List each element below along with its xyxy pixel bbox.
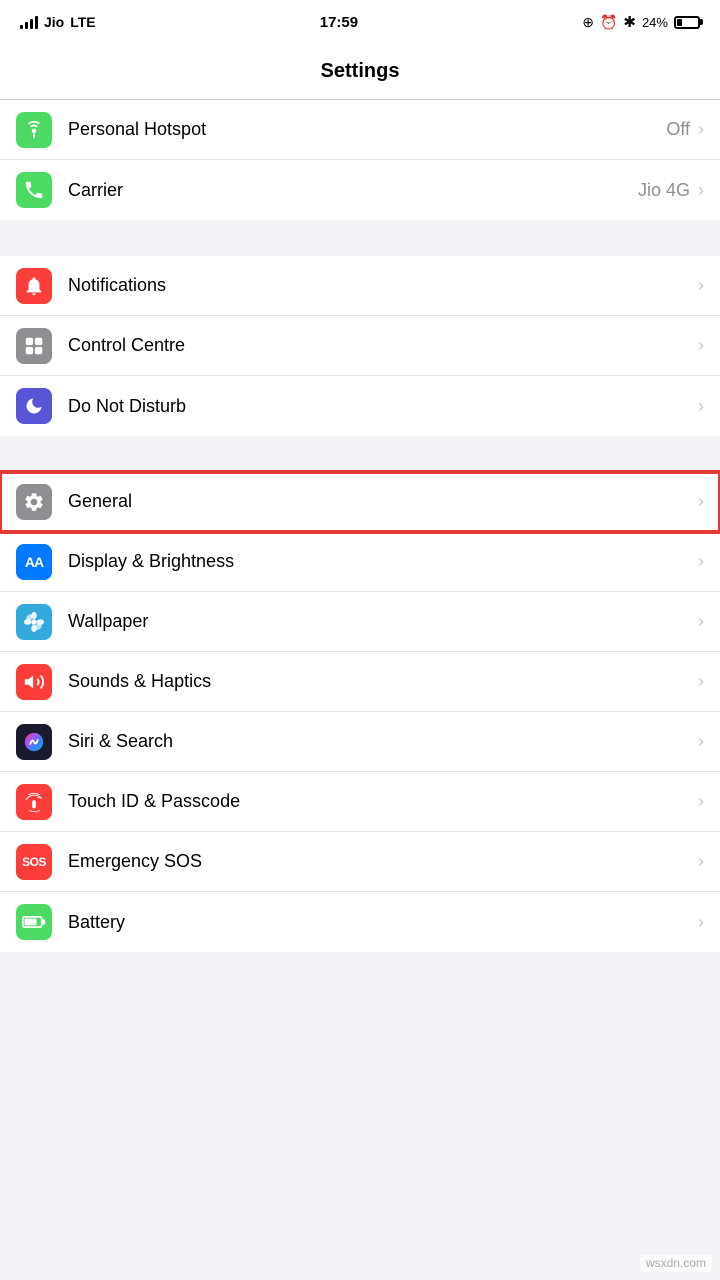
touch-id-passcode-chevron: › [698, 791, 704, 812]
settings-row-carrier[interactable]: CarrierJio 4G › [0, 160, 720, 220]
control-centre-chevron: › [698, 335, 704, 356]
settings-row-control-centre[interactable]: Control Centre› [0, 316, 720, 376]
general-chevron: › [698, 491, 704, 512]
carrier-chevron: › [698, 180, 704, 201]
location-icon: ⊕ [582, 14, 594, 31]
bluetooth-icon: ✱ [623, 13, 636, 31]
settings-row-personal-hotspot[interactable]: Personal HotspotOff › [0, 100, 720, 160]
settings-row-notifications[interactable]: Notifications› [0, 256, 720, 316]
general-label: General [68, 491, 698, 512]
emergency-sos-chevron: › [698, 851, 704, 872]
settings-row-touch-id-passcode[interactable]: Touch ID & Passcode› [0, 772, 720, 832]
general-icon [16, 484, 52, 520]
personal-hotspot-icon [16, 112, 52, 148]
status-left: Jio LTE [20, 14, 96, 30]
touch-id-passcode-icon [16, 784, 52, 820]
status-time: 17:59 [320, 14, 358, 31]
settings-row-display-brightness[interactable]: AA Display & Brightness› [0, 532, 720, 592]
settings-group-group3: General›AADisplay & Brightness› Wallpape… [0, 472, 720, 952]
status-right: ⊕ ⏰ ✱ 24% [582, 13, 700, 31]
siri-search-chevron: › [698, 731, 704, 752]
network-type: LTE [70, 14, 95, 30]
wallpaper-icon [16, 604, 52, 640]
battery-chevron: › [698, 912, 704, 933]
nav-bar: Settings [0, 44, 720, 100]
page-title: Settings [321, 60, 400, 83]
watermark: wsxdn.com [640, 1254, 712, 1272]
personal-hotspot-chevron: › [698, 119, 704, 140]
battery-label: Battery [68, 912, 698, 933]
battery-icon [16, 904, 52, 940]
sounds-haptics-chevron: › [698, 671, 704, 692]
do-not-disturb-label: Do Not Disturb [68, 396, 698, 417]
carrier-label: Jio [44, 14, 64, 30]
sounds-haptics-icon [16, 664, 52, 700]
emergency-sos-icon: SOS [16, 844, 52, 880]
emergency-sos-label: Emergency SOS [68, 851, 698, 872]
section-gap-1 [0, 220, 720, 256]
personal-hotspot-value: Off [666, 119, 690, 140]
siri-search-icon [16, 724, 52, 760]
settings-row-siri-search[interactable]: Siri & Search› [0, 712, 720, 772]
wallpaper-chevron: › [698, 611, 704, 632]
touch-id-passcode-label: Touch ID & Passcode [68, 791, 698, 812]
siri-search-label: Siri & Search [68, 731, 698, 752]
settings-row-emergency-sos[interactable]: SOS Emergency SOS› [0, 832, 720, 892]
carrier-value: Jio 4G [638, 180, 690, 201]
section-gap-2 [0, 436, 720, 472]
wallpaper-label: Wallpaper [68, 611, 698, 632]
settings-row-general[interactable]: General› [0, 472, 720, 532]
battery-icon [674, 16, 700, 29]
display-brightness-icon: AA [16, 544, 52, 580]
settings-row-battery[interactable]: Battery› [0, 892, 720, 952]
sounds-haptics-label: Sounds & Haptics [68, 671, 698, 692]
do-not-disturb-icon [16, 388, 52, 424]
notifications-icon [16, 268, 52, 304]
settings-group-group1: Personal HotspotOff › CarrierJio 4G › [0, 100, 720, 220]
alarm-icon: ⏰ [600, 14, 617, 31]
settings-row-wallpaper[interactable]: Wallpaper› [0, 592, 720, 652]
settings-row-do-not-disturb[interactable]: Do Not Disturb› [0, 376, 720, 436]
control-centre-icon [16, 328, 52, 364]
notifications-chevron: › [698, 275, 704, 296]
personal-hotspot-label: Personal Hotspot [68, 119, 666, 140]
settings-content: Personal HotspotOff › CarrierJio 4G › Noti… [0, 100, 720, 952]
carrier-icon [16, 172, 52, 208]
display-brightness-label: Display & Brightness [68, 551, 698, 572]
settings-group-group2: Notifications› Control Centre› Do Not Di… [0, 256, 720, 436]
status-bar: Jio LTE 17:59 ⊕ ⏰ ✱ 24% [0, 0, 720, 44]
display-brightness-chevron: › [698, 551, 704, 572]
battery-percent: 24% [642, 15, 668, 30]
do-not-disturb-chevron: › [698, 396, 704, 417]
signal-icon [20, 15, 38, 29]
carrier-label: Carrier [68, 180, 638, 201]
control-centre-label: Control Centre [68, 335, 698, 356]
notifications-label: Notifications [68, 275, 698, 296]
settings-row-sounds-haptics[interactable]: Sounds & Haptics› [0, 652, 720, 712]
